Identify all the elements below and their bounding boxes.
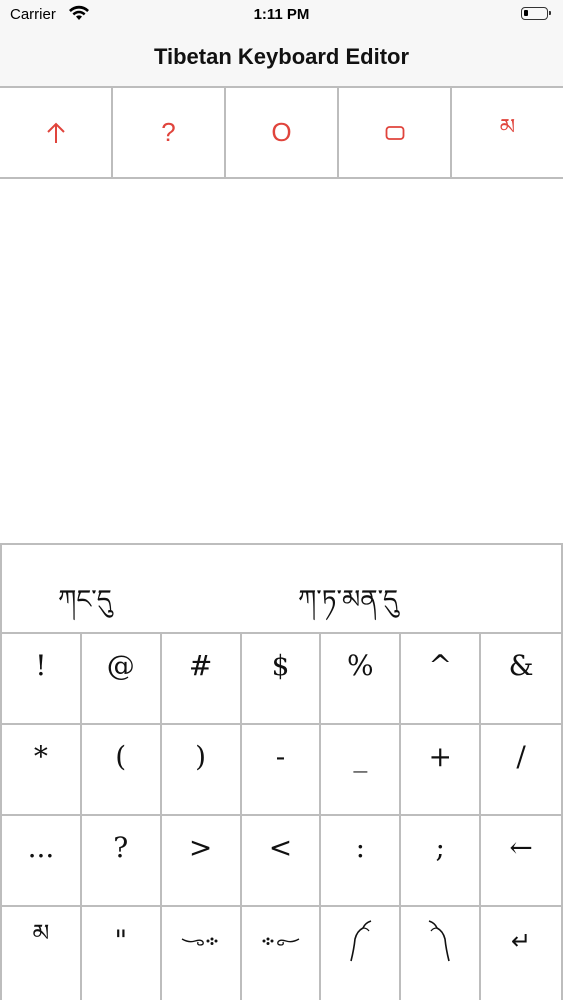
key-return[interactable]: ↵: [481, 907, 561, 1000]
ornament-left-icon: [181, 937, 218, 946]
circle-button[interactable]: O: [226, 88, 339, 177]
key-double-quote[interactable]: ": [82, 907, 162, 1000]
key-underscore[interactable]: _: [321, 725, 402, 816]
battery-icon: [521, 7, 551, 20]
key-bracket-right[interactable]: [401, 907, 482, 1000]
rounded-rect-icon: [385, 125, 404, 140]
tibetan-ma-icon: མ: [499, 114, 516, 140]
bracket-right-icon: [428, 919, 450, 961]
page-title: Tibetan Keyboard Editor: [153, 44, 410, 69]
key-greater-than[interactable]: >: [161, 816, 242, 907]
tibetan-keyboard: ཀང་དུ ཀ་ཏ་མན་དུ ! @ # $ % ^ & * ( ) - _ …: [0, 543, 563, 1000]
key-ornament-left[interactable]: [162, 907, 242, 1000]
editor-toolbar: ? O མ: [0, 86, 563, 179]
arrow-up-icon: [46, 122, 65, 143]
key-question[interactable]: ?: [81, 816, 162, 907]
key-slash[interactable]: /: [481, 725, 561, 816]
key-tibetan-ma[interactable]: མ: [2, 907, 82, 1000]
help-button[interactable]: ?: [113, 88, 226, 177]
key-ellipsis[interactable]: ...: [2, 816, 82, 907]
key-colon[interactable]: :: [321, 816, 402, 907]
suggestion-bar: ཀང་དུ ཀ་ཏ་མན་དུ: [2, 545, 561, 634]
key-backspace[interactable]: ←: [481, 816, 561, 907]
key-exclamation[interactable]: !: [2, 634, 82, 725]
key-less-than[interactable]: <: [241, 816, 322, 907]
circle-o-icon: O: [271, 117, 292, 147]
box-button[interactable]: [339, 88, 452, 177]
key-bracket-left[interactable]: [321, 907, 402, 1000]
bracket-left-icon: [350, 919, 372, 961]
key-open-paren[interactable]: (: [81, 725, 162, 816]
key-dollar[interactable]: $: [241, 634, 322, 725]
key-at[interactable]: @: [81, 634, 162, 725]
status-bar: Carrier 1:11 PM: [0, 0, 563, 30]
text-editor[interactable]: [0, 179, 563, 543]
key-close-paren[interactable]: ): [161, 725, 242, 816]
key-hash[interactable]: #: [161, 634, 242, 725]
key-percent[interactable]: %: [321, 634, 402, 725]
tibetan-ma-button[interactable]: མ: [452, 88, 563, 177]
shift-button[interactable]: [0, 88, 113, 177]
key-asterisk[interactable]: *: [2, 725, 82, 816]
question-icon: ?: [161, 117, 176, 147]
key-plus[interactable]: +: [401, 725, 482, 816]
key-caret[interactable]: ^: [401, 634, 482, 725]
ornament-right-icon: [262, 937, 300, 946]
clock: 1:11 PM: [253, 6, 310, 23]
key-hyphen[interactable]: -: [241, 725, 322, 816]
key-ornament-right[interactable]: [242, 907, 322, 1000]
key-ampersand[interactable]: &: [481, 634, 561, 725]
key-semicolon[interactable]: ;: [401, 816, 482, 907]
navigation-bar: Tibetan Keyboard Editor: [0, 30, 563, 86]
key-grid: ! @ # $ % ^ & * ( ) - _ + / ... ? > < : …: [2, 634, 561, 1000]
